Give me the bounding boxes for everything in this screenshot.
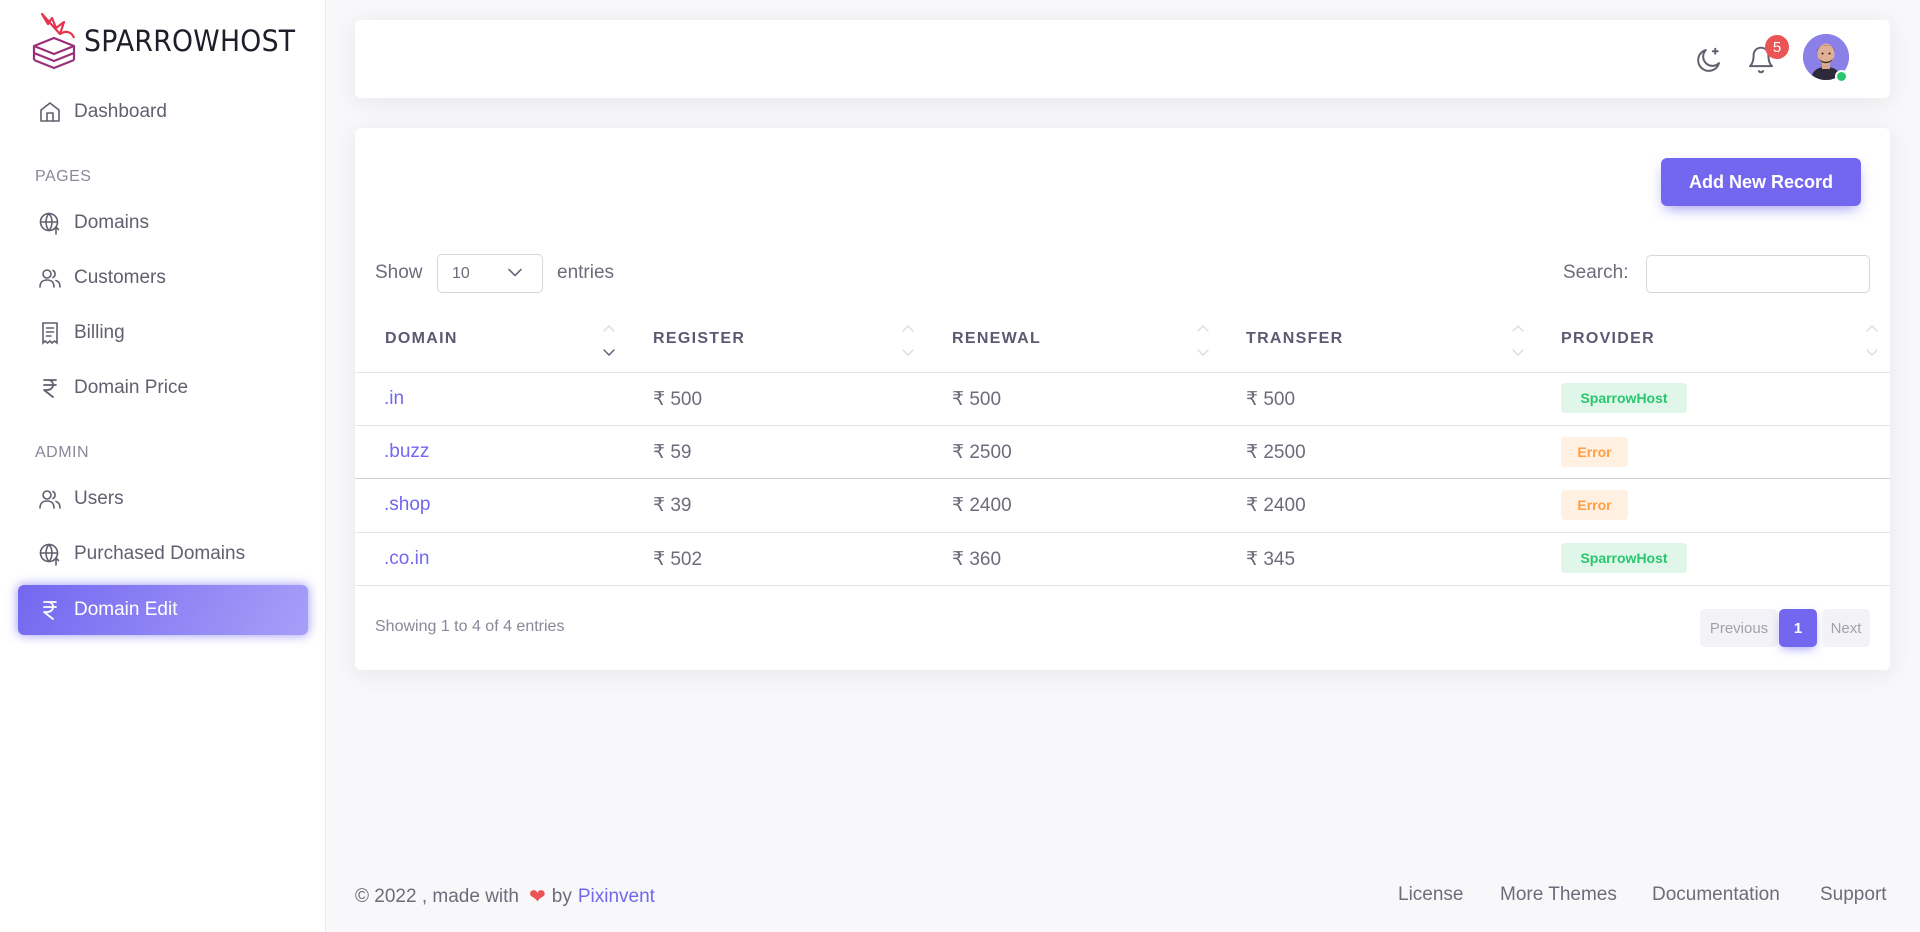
sidebar: SPARROWHOST Dashboard PAGES Domains Cust… [0, 0, 326, 932]
table-info: Showing 1 to 4 of 4 entries [375, 618, 565, 635]
brand-name: SPARROWHOST [84, 24, 296, 58]
footer-link-support[interactable]: Support [1820, 884, 1887, 906]
sparrow-logo-icon [32, 12, 76, 70]
provider-badge: SparrowHost [1561, 543, 1687, 573]
column-header-register[interactable]: REGISTER [653, 330, 745, 348]
moon-icon[interactable] [1694, 45, 1724, 75]
column-header-transfer[interactable]: TRANSFER [1246, 330, 1344, 348]
sidebar-item-label: Dashboard [74, 101, 167, 122]
table-cell-renewal: ₹ 500 [952, 389, 1002, 410]
nav-section-pages: PAGES [35, 168, 92, 185]
table-cell-transfer: ₹ 2400 [1246, 495, 1306, 516]
sort-icon[interactable] [1196, 324, 1210, 360]
table-cell-transfer: ₹ 2500 [1246, 442, 1306, 463]
add-new-record-button[interactable]: Add New Record [1661, 158, 1861, 206]
sort-icon[interactable] [1511, 324, 1525, 360]
sidebar-item-billing[interactable]: Billing [18, 308, 308, 358]
rupee-icon [43, 379, 57, 398]
footer-link-more-themes[interactable]: More Themes [1500, 884, 1617, 906]
globe-upload-icon [39, 543, 60, 566]
table-row-domain-link[interactable]: .co.in [384, 548, 429, 570]
chevron-down-icon [508, 268, 522, 277]
sidebar-item-customers[interactable]: Customers [18, 253, 308, 303]
pixinvent-link[interactable]: Pixinvent [578, 886, 655, 908]
table-cell-register: ₹ 59 [653, 442, 692, 463]
sort-icon[interactable] [602, 324, 616, 360]
table-row-domain-link[interactable]: .buzz [384, 441, 429, 463]
sidebar-item-domain-edit[interactable]: Domain Edit [18, 585, 308, 635]
heart-icon: ❤ [528, 886, 546, 908]
table-row-domain-link[interactable]: .shop [384, 494, 430, 516]
pagination-page-1[interactable]: 1 [1779, 609, 1817, 647]
table-divider [355, 372, 1890, 373]
sidebar-item-users[interactable]: Users [18, 474, 308, 524]
footer-link-documentation[interactable]: Documentation [1652, 884, 1780, 906]
nav-section-admin: ADMIN [35, 444, 90, 461]
brand[interactable]: SPARROWHOST [30, 10, 314, 72]
pagination-previous[interactable]: Previous [1700, 609, 1778, 647]
table-cell-renewal: ₹ 360 [952, 549, 1002, 570]
users-icon [39, 490, 61, 509]
table-divider [355, 585, 1890, 586]
top-navbar [355, 20, 1890, 98]
provider-badge: SparrowHost [1561, 383, 1687, 413]
online-status-dot [1835, 70, 1848, 83]
sidebar-item-label: Customers [74, 267, 166, 288]
show-label: Show [375, 262, 423, 283]
receipt-icon [42, 322, 58, 345]
column-header-provider[interactable]: PROVIDER [1561, 330, 1655, 348]
sidebar-item-label: Domains [74, 212, 149, 233]
rupee-icon [43, 601, 57, 620]
sidebar-item-domain-price[interactable]: Domain Price [18, 363, 308, 413]
page-size-value: 10 [452, 264, 470, 282]
search-input[interactable] [1646, 255, 1870, 293]
column-header-domain[interactable]: DOMAIN [385, 330, 458, 348]
sort-icon[interactable] [901, 324, 915, 360]
page-size-select[interactable]: 10 [437, 254, 543, 293]
sidebar-item-label: Domain Price [74, 377, 189, 398]
table-cell-register: ₹ 39 [653, 495, 692, 516]
sidebar-item-purchased-domains[interactable]: Purchased Domains [18, 529, 308, 579]
sidebar-item-dashboard[interactable]: Dashboard [18, 87, 308, 137]
search-label: Search: [1563, 262, 1629, 283]
sidebar-item-label: Users [74, 488, 124, 509]
table-row-domain-link[interactable]: .in [384, 388, 404, 410]
footer-copyright: © 2022 , made with ❤ by Pixinvent [355, 884, 655, 909]
table-divider [355, 478, 1890, 479]
table-cell-transfer: ₹ 500 [1246, 389, 1296, 410]
table-cell-renewal: ₹ 2500 [952, 442, 1012, 463]
footer-link-license[interactable]: License [1398, 884, 1464, 906]
table-cell-transfer: ₹ 345 [1246, 549, 1296, 570]
table-divider [355, 425, 1890, 426]
table-cell-renewal: ₹ 2400 [952, 495, 1012, 516]
by-text: by [551, 885, 572, 907]
pagination-next[interactable]: Next [1822, 609, 1870, 647]
sidebar-item-label: Domain Edit [74, 599, 178, 620]
column-header-renewal[interactable]: RENEWAL [952, 330, 1041, 348]
provider-badge: Error [1561, 437, 1628, 467]
notification-badge: 5 [1765, 35, 1789, 59]
provider-badge: Error [1561, 490, 1628, 520]
home-icon [40, 102, 60, 122]
copyright-text: © 2022 , made with [355, 885, 519, 907]
sidebar-item-label: Purchased Domains [74, 543, 246, 564]
users-icon [39, 269, 61, 288]
sidebar-item-domains[interactable]: Domains [18, 198, 308, 248]
globe-upload-icon [39, 212, 60, 235]
table-divider [355, 532, 1890, 533]
sort-icon[interactable] [1865, 324, 1879, 360]
table-cell-register: ₹ 502 [653, 549, 703, 570]
entries-label: entries [557, 262, 615, 283]
sidebar-item-label: Billing [74, 322, 125, 343]
table-cell-register: ₹ 500 [653, 389, 703, 410]
